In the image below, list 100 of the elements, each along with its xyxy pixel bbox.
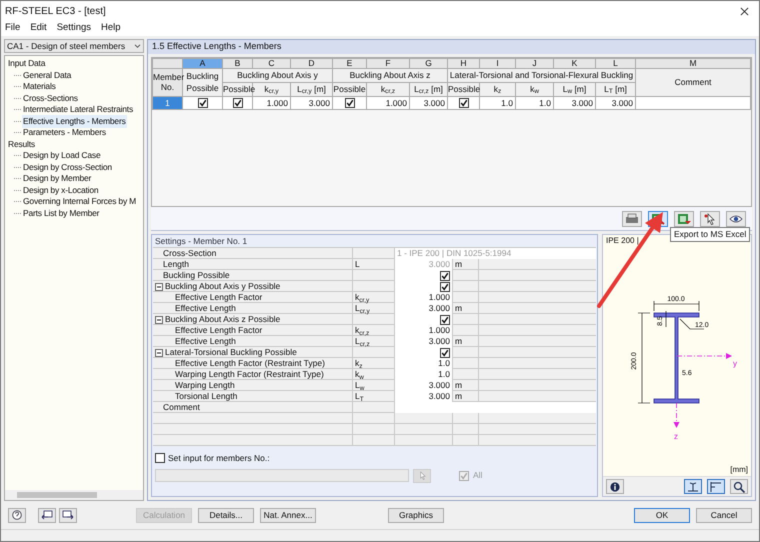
view-button[interactable] [684,479,702,494]
unit-text: m [455,259,462,270]
column-letter[interactable]: D [290,58,332,68]
checkbox[interactable] [198,98,208,108]
unit-label: [mm] [730,464,748,476]
select-button[interactable] [700,210,720,226]
tree-item[interactable]: Intermediate Lateral Restraints [22,103,134,116]
setting-label: Effective Length Factor [175,292,262,303]
checkbox[interactable] [440,270,450,280]
dialog-button[interactable]: Graphics [388,508,444,522]
spreadsheet-icon [677,212,691,224]
menu-item[interactable]: Help [101,21,121,36]
tree-item[interactable]: Parameters - Members [22,126,107,140]
column-letter[interactable]: M [636,58,750,68]
column-letter[interactable]: C [252,58,290,68]
tree-item[interactable]: Design by Member [22,172,92,186]
next-button[interactable] [59,508,77,522]
column-header: Possible [448,84,480,94]
zoom-icon [732,480,746,492]
column-letter[interactable]: E [332,58,366,68]
collapse-icon[interactable] [155,316,163,324]
column-letter[interactable]: J [516,58,554,68]
checkbox-label: All [473,469,482,482]
tree-item[interactable]: Results [8,138,35,151]
setting-label: Buckling About Axis y Possible [165,281,280,292]
unit-text: m [455,391,462,402]
dialog-button[interactable]: Details... [198,508,254,522]
column-letter[interactable]: L [596,58,636,68]
tree-item[interactable]: Materials [22,80,57,94]
checkbox[interactable] [440,348,450,358]
view-button[interactable] [730,479,748,494]
column-letter[interactable]: H [448,58,480,68]
column-header: k$_{z}$ [494,84,502,94]
column-letter[interactable]: K [554,58,596,68]
tree-item[interactable]: Input Data [8,57,46,70]
table-cell: 3.000 [424,98,445,108]
view-button[interactable] [726,210,746,226]
case-dropdown[interactable]: CA1 - Design of steel members [4,39,144,53]
members-field[interactable] [155,469,409,482]
print-button[interactable] [622,210,642,226]
tree-item[interactable]: Effective Lengths - Members [22,114,127,128]
setting-label: Effective Length [175,303,236,314]
collapse-icon[interactable] [155,282,163,290]
checkbox[interactable] [440,314,450,324]
column-letter[interactable]: F [366,58,410,68]
help-button[interactable] [8,508,26,522]
collapse-icon[interactable] [155,348,163,356]
section-icon [686,480,700,492]
tree-item[interactable]: Design by x-Location [22,184,100,197]
column-letter[interactable]: I [480,58,516,68]
menu-item[interactable]: File [5,21,20,36]
chevron-down-icon [134,44,141,48]
tree-item[interactable]: Design by Cross-Section [22,160,113,174]
symbol-text: L$_{w}$ [355,380,364,391]
dialog-button[interactable]: Nat. Annex... [260,508,316,522]
setting-label: Warping Length Factor (Restraint Type) [175,369,324,380]
table-cell: 1.0 [539,98,551,108]
view-button[interactable] [707,479,725,494]
row-number[interactable]: 1 [152,96,182,110]
checkbox[interactable] [458,98,468,108]
setting-label: Cross-Section [163,248,216,259]
axis-arrow [676,353,732,359]
symbol-text: L$_{T}$ [355,391,364,402]
setting-label: Effective Length Factor (Restraint Type) [175,358,325,369]
horizontal-scrollbar[interactable] [5,490,143,500]
checkbox[interactable] [440,282,450,292]
info-button[interactable] [606,479,624,494]
setting-label: Length [163,259,189,270]
column-header: Possible [333,84,366,94]
tree-item[interactable]: Parts List by Member [22,206,100,220]
menu-item[interactable]: Edit [30,21,47,36]
tree-item[interactable]: General Data [22,68,72,82]
dialog-button[interactable]: Cancel [696,508,752,522]
tree-item[interactable]: Cross-Sections [22,92,79,105]
dialog-button[interactable]: OK [634,508,690,522]
axis-label: y [733,359,737,368]
symbol-text: L$_{cr,y}$ [355,303,370,314]
column-letter[interactable]: A [182,58,222,68]
column-header: L$_{cr,y}$ [m] [297,84,326,94]
column-header: Lateral-Torsional and Torsional-Flexural Buckling [448,68,636,82]
panel-title: Settings - Member No. 1 [154,235,248,247]
checkbox[interactable] [459,470,469,481]
column-letter[interactable]: B [222,58,252,68]
section-title: 1.5 Effective Lengths - Members [152,40,282,54]
checkbox[interactable] [155,453,165,464]
checkbox[interactable] [344,98,354,108]
value-text: 1 - IPE 200 | DIN 1025-5:1994 [397,248,512,259]
dimension-icon [709,480,723,492]
checkbox[interactable] [232,98,242,108]
tree-item[interactable]: Design by Load Case [22,149,102,162]
menu-item[interactable]: Settings [56,21,92,36]
tree-item[interactable]: Governing Internal Forces by M [22,195,138,208]
previous-button[interactable] [38,508,56,522]
value-field[interactable] [395,402,596,413]
column-letter[interactable]: G [410,58,448,68]
import-button[interactable] [674,210,694,226]
symbol-text: k$_{cr,y}$ [355,292,370,303]
setting-label: Comment [163,402,200,413]
symbol-text: k$_{z}$ [355,358,362,369]
column-header: L$_{cr,z}$ [m] [414,84,443,94]
